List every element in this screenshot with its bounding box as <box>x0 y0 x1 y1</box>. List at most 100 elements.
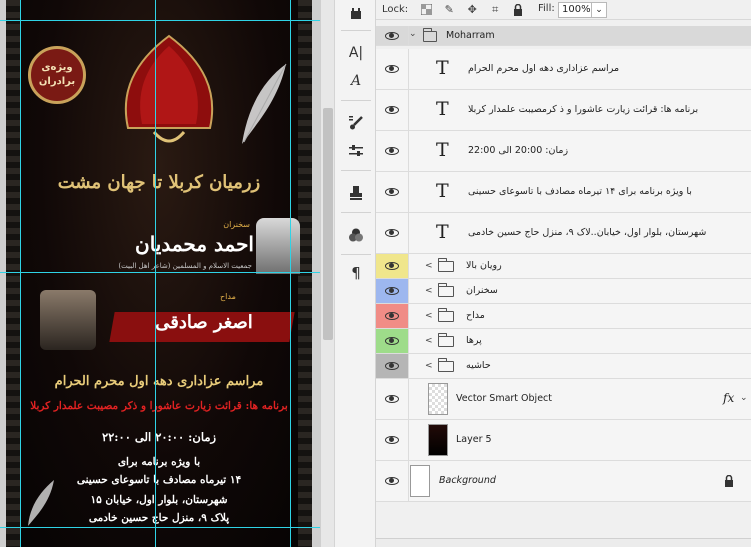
layer-group-row[interactable]: < پرها <box>376 329 751 354</box>
glyph-panel-icon[interactable]: A <box>343 70 369 92</box>
row-divider <box>408 461 409 501</box>
layer-group-row[interactable]: < سخنران <box>376 279 751 304</box>
grid-tool-icon[interactable] <box>343 3 369 25</box>
lock-transparent-pixels-icon[interactable] <box>418 3 434 17</box>
tool-separator <box>341 100 371 101</box>
text-layer-name: زمان: 20:00 الی 22:00 <box>468 145 569 156</box>
visibility-toggle[interactable] <box>376 329 408 353</box>
row-divider <box>408 49 409 89</box>
visibility-toggle[interactable] <box>376 213 408 253</box>
layer-group-row[interactable]: < حاشیه <box>376 354 751 379</box>
image-layer-row[interactable]: Layer 5 <box>376 420 751 461</box>
visibility-toggle[interactable] <box>376 461 408 501</box>
text-layer-row[interactable]: T زمان: 20:00 الی 22:00 <box>376 131 751 172</box>
layer-group-row[interactable]: < رویان بالا <box>376 254 751 279</box>
visibility-toggle[interactable] <box>376 379 408 419</box>
document-canvas[interactable]: ویژه‌ی برادران زرمیان کربلا تا جهان مشت … <box>0 0 320 547</box>
visibility-toggle[interactable] <box>376 354 408 378</box>
fill-dropdown-chevron-icon[interactable]: ⌄ <box>592 2 607 18</box>
lock-label: Lock: <box>382 4 409 15</box>
poster-line-special: با ویژه برنامه برای <box>117 456 201 468</box>
text-layer-row[interactable]: T شهرستان، بلوار اول، خیابان..لاک ۹، منز… <box>376 213 751 254</box>
poster-artwork: ویژه‌ی برادران زرمیان کربلا تا جهان مشت … <box>6 0 312 547</box>
clone-stamp-icon[interactable] <box>343 182 369 204</box>
text-layer-name: مراسم عزاداری دهه اول محرم الحرام <box>468 63 620 74</box>
badge-line-1: ویژه‌ی <box>41 62 73 73</box>
row-divider <box>408 420 409 460</box>
text-layer-icon: T <box>436 180 449 202</box>
visibility-toggle[interactable] <box>376 420 408 460</box>
layer-group-moharram[interactable]: ⌄ Moharram <box>376 26 751 46</box>
chevron-left-icon[interactable]: < <box>425 336 433 346</box>
text-layer-row[interactable]: T مراسم عزاداری دهه اول محرم الحرام <box>376 49 751 90</box>
color-circles-icon[interactable] <box>343 224 369 246</box>
visibility-toggle[interactable] <box>376 131 408 171</box>
layer-thumbnail <box>428 424 448 456</box>
folder-icon <box>438 358 454 372</box>
text-layer-icon: T <box>436 57 449 79</box>
eye-icon <box>385 188 399 196</box>
speaker-subtitle: جمعیت الاسلام و المسلمین (شاعر اهل البیت… <box>118 262 252 270</box>
visibility-toggle[interactable] <box>376 172 408 212</box>
panel-tool-strip: A| A ¶ <box>334 0 376 547</box>
layer-group-row[interactable]: < مداح <box>376 304 751 329</box>
visibility-toggle[interactable] <box>376 254 408 278</box>
text-layer-name: شهرستان، بلوار اول، خیابان..لاک ۹، منزل … <box>468 227 707 238</box>
fx-icon[interactable]: fx <box>723 391 734 405</box>
chevron-down-icon[interactable]: ⌄ <box>409 29 417 39</box>
visibility-toggle[interactable] <box>376 26 408 45</box>
fill-opacity-input[interactable]: 100% <box>558 2 592 18</box>
visibility-toggle[interactable] <box>376 279 408 303</box>
guide-vertical[interactable] <box>155 0 156 547</box>
lock-all-icon[interactable] <box>510 3 526 17</box>
photoshop-workspace: ویژه‌ی برادران زرمیان کربلا تا جهان مشت … <box>0 0 751 547</box>
canvas-vertical-scrollbar[interactable] <box>320 0 334 547</box>
eye-icon <box>385 31 399 40</box>
row-divider <box>408 354 409 378</box>
visibility-toggle[interactable] <box>376 90 408 130</box>
text-layer-icon: T <box>436 139 449 161</box>
scrollbar-thumb[interactable] <box>323 108 333 340</box>
guide-vertical[interactable] <box>20 0 21 547</box>
eye-icon <box>385 337 399 345</box>
group-name: سخنران <box>466 285 498 296</box>
tool-separator <box>341 212 371 213</box>
guide-horizontal[interactable] <box>0 272 320 273</box>
group-name: پرها <box>466 335 482 346</box>
tool-separator <box>341 170 371 171</box>
tool-separator <box>341 254 371 255</box>
speaker-name: احمد محمدیان <box>135 232 254 256</box>
adjustments-icon[interactable] <box>343 140 369 162</box>
poster-line-date: ۱۴ تیرماه مصادف با تاسوعای حسینی <box>76 474 242 486</box>
layers-panel: Lock: ✎ ✥ ⌗ Fill: 100% ⌄ ⌄ Moharram T مر… <box>376 0 751 547</box>
eye-icon <box>385 362 399 370</box>
background-layer-row[interactable]: Background <box>376 461 751 502</box>
layer-name: Background <box>439 475 496 486</box>
chevron-left-icon[interactable]: < <box>425 361 433 371</box>
layers-panel-footer <box>376 538 751 547</box>
chevron-down-icon[interactable]: ⌄ <box>740 393 748 403</box>
paragraph-icon[interactable]: ¶ <box>343 262 369 284</box>
lock-artboard-icon[interactable]: ⌗ <box>487 3 503 17</box>
guide-horizontal[interactable] <box>0 20 320 21</box>
poster-line-muharram: مراسم عزاداری دهه اول محرم الحرام <box>54 374 264 389</box>
layer-thumbnail <box>428 383 448 415</box>
chevron-left-icon[interactable]: < <box>425 261 433 271</box>
visibility-toggle[interactable] <box>376 304 408 328</box>
row-divider <box>408 304 409 328</box>
red-dome-graphic <box>124 34 214 143</box>
smart-object-layer-row[interactable]: Vector Smart Object fx ⌄ <box>376 379 751 420</box>
text-layer-row[interactable]: T با ویژه برنامه برای ۱۴ تیرماه مصادف با… <box>376 172 751 213</box>
singer-name: اصغر صادقی <box>155 312 253 333</box>
guide-horizontal[interactable] <box>0 527 320 528</box>
chevron-left-icon[interactable]: < <box>425 311 433 321</box>
guide-vertical[interactable] <box>290 0 291 547</box>
chevron-left-icon[interactable]: < <box>425 286 433 296</box>
text-layer-row[interactable]: T برنامه ها: قرائت زیارت عاشورا و ذ کرمص… <box>376 90 751 131</box>
lock-image-pixels-icon[interactable]: ✎ <box>441 3 457 17</box>
singer-role-label: مداح <box>220 292 236 301</box>
brush-tool-icon[interactable] <box>343 112 369 134</box>
character-panel-icon[interactable]: A| <box>343 42 369 64</box>
lock-position-icon[interactable]: ✥ <box>464 3 480 17</box>
visibility-toggle[interactable] <box>376 49 408 89</box>
